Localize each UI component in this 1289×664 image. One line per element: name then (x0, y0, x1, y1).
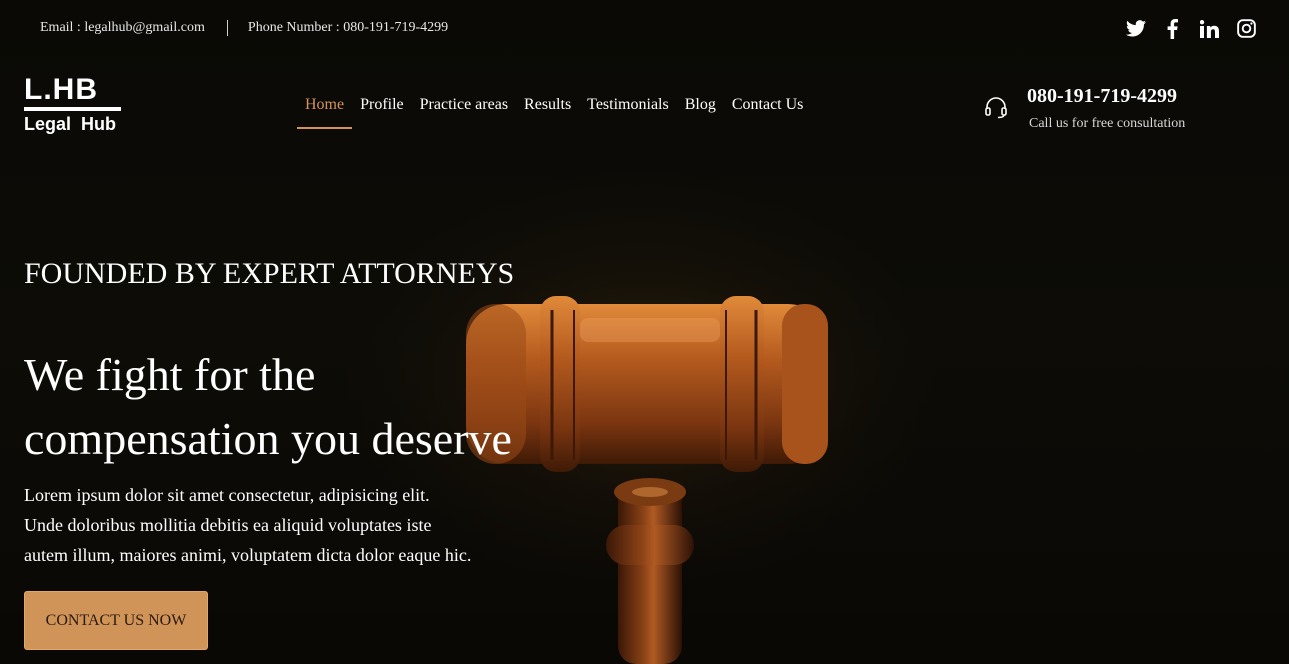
headset-icon (985, 97, 1007, 119)
social-links (1125, 18, 1257, 39)
hero-description: Lorem ipsum dolor sit amet consectetur, … (24, 480, 534, 570)
nav-item-practice-areas[interactable]: Practice areas (412, 96, 516, 128)
phone-text[interactable]: Phone Number : 080-191-719-4299 (248, 20, 448, 36)
call-box: 080-191-719-4299 Call us for free consul… (984, 85, 1185, 132)
main-nav: Home Profile Practice areas Results Test… (297, 96, 812, 129)
logo-name: Legal Hub (24, 114, 117, 134)
logo-mark: L.HB (24, 73, 98, 106)
top-bar: Email : legalhub@gmail.com Phone Number … (0, 0, 1289, 58)
linkedin-icon[interactable] (1199, 18, 1220, 39)
call-number[interactable]: 080-191-719-4299 (1027, 85, 1185, 108)
desc-line-2: Unde doloribus mollitia debitis ea aliqu… (24, 515, 432, 535)
desc-line-1: Lorem ipsum dolor sit amet consectetur, … (24, 485, 430, 505)
contact-info: Email : legalhub@gmail.com Phone Number … (40, 20, 448, 36)
email-text[interactable]: Email : legalhub@gmail.com (40, 20, 205, 36)
desc-line-3: autem illum, maiores animi, voluptatem d… (24, 545, 472, 565)
nav-item-contact-us[interactable]: Contact Us (724, 96, 812, 128)
headline-line-2: compensation you deserve (24, 413, 512, 464)
instagram-icon[interactable] (1236, 18, 1257, 39)
facebook-icon[interactable] (1162, 18, 1183, 39)
contact-us-button[interactable]: CONTACT US NOW (24, 591, 208, 650)
nav-item-results[interactable]: Results (516, 96, 579, 128)
call-note: Call us for free consultation (1029, 116, 1186, 131)
twitter-icon[interactable] (1125, 18, 1146, 39)
nav-item-home[interactable]: Home (297, 96, 353, 129)
hero-eyebrow: FOUNDED BY EXPERT ATTORNEYS (24, 257, 515, 290)
nav-item-testimonials[interactable]: Testimonials (579, 96, 677, 128)
logo[interactable]: L.HB Legal Hub (24, 75, 124, 134)
nav-item-profile[interactable]: Profile (352, 96, 412, 128)
hero-headline: We fight for the compensation you deserv… (24, 343, 584, 471)
divider (226, 20, 228, 36)
logo-underline (24, 107, 121, 111)
headline-line-1: We fight for the (24, 349, 316, 400)
nav-item-blog[interactable]: Blog (677, 96, 724, 128)
